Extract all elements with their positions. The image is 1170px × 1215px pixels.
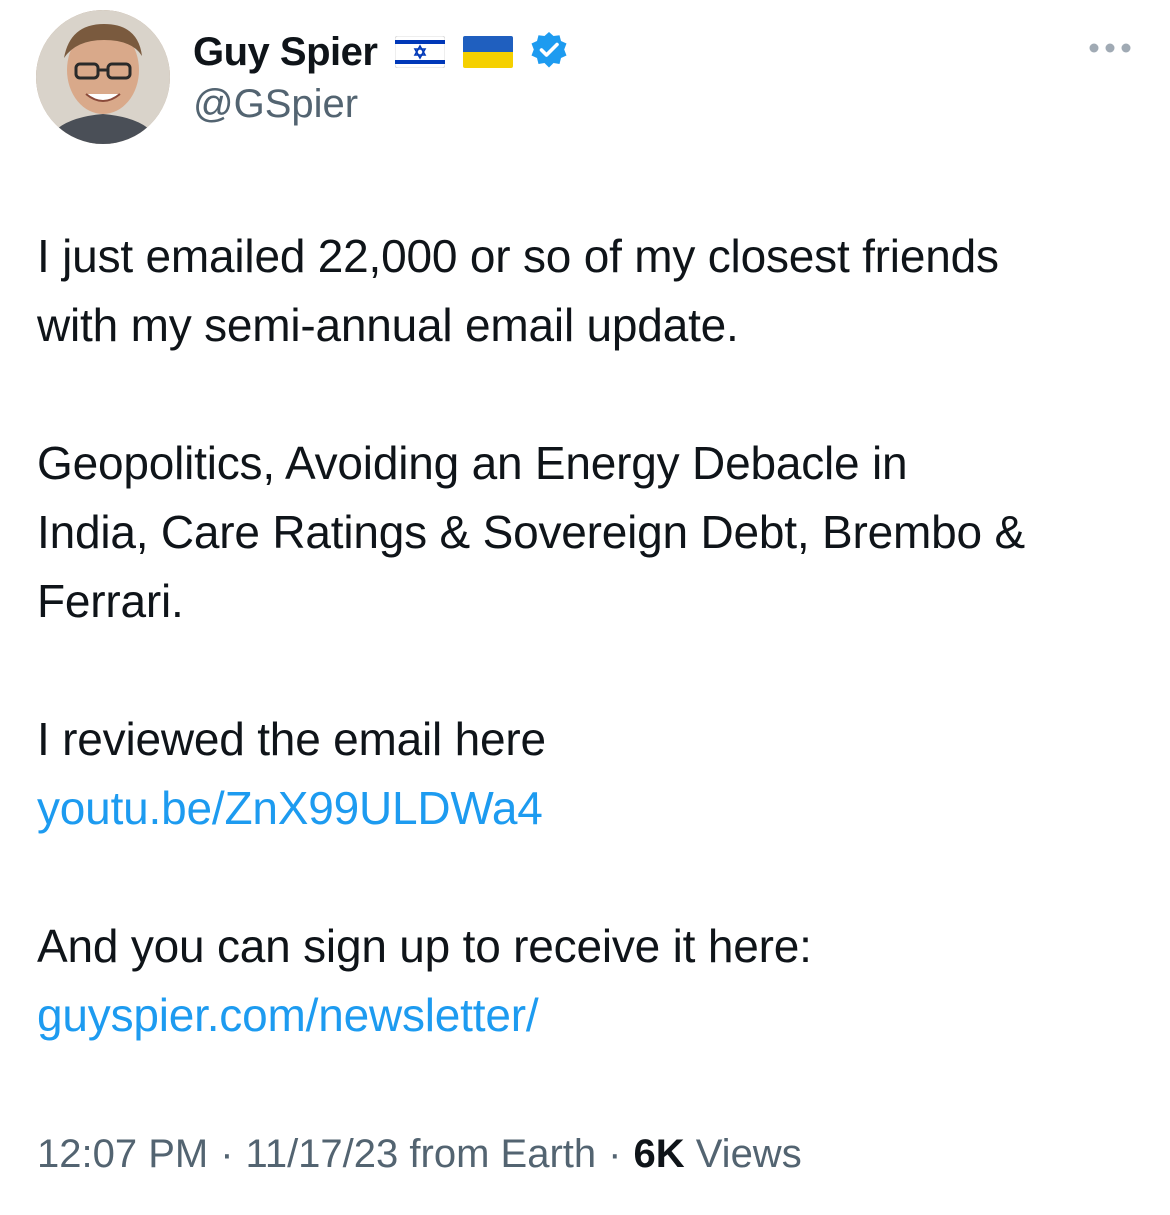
tweet-paragraph: I just emailed 22,000 or so of my closes… bbox=[37, 222, 1147, 360]
views-label: Views bbox=[695, 1132, 802, 1176]
verified-badge-icon[interactable] bbox=[529, 30, 569, 75]
more-options-icon[interactable] bbox=[1088, 40, 1132, 56]
israel-flag-icon bbox=[395, 36, 446, 68]
views-count[interactable]: 6K bbox=[633, 1132, 684, 1176]
tweet-paragraph: Geopolitics, Avoiding an Energy Debacle … bbox=[37, 429, 1147, 636]
tweet-meta: 12:07 PM · 11/17/23 from Earth · 6K Views bbox=[37, 1132, 802, 1177]
tweet-time[interactable]: 12:07 PM bbox=[37, 1132, 208, 1176]
tweet-line: with my semi-annual email update. bbox=[37, 299, 739, 351]
tweet-date[interactable]: 11/17/23 bbox=[246, 1132, 399, 1176]
tweet-paragraph: I reviewed the email here youtu.be/ZnX99… bbox=[37, 705, 1147, 843]
tweet-text: I just emailed 22,000 or so of my closes… bbox=[37, 222, 1147, 1050]
tweet: Guy Spier @GSpier I just emailed 22,000 … bbox=[0, 0, 1170, 1215]
tweet-line: I just emailed 22,000 or so of my closes… bbox=[37, 230, 999, 282]
tweet-line: Ferrari. bbox=[37, 575, 184, 627]
author-display-name[interactable]: Guy Spier bbox=[193, 30, 378, 75]
newsletter-link[interactable]: guyspier.com/newsletter/ bbox=[37, 981, 1147, 1050]
tweet-line: India, Care Ratings & Sovereign Debt, Br… bbox=[37, 506, 1025, 558]
tweet-line: And you can sign up to receive it here: bbox=[37, 920, 812, 972]
author-handle[interactable]: @GSpier bbox=[193, 82, 358, 127]
author-name-row: Guy Spier bbox=[193, 26, 569, 78]
meta-separator: · bbox=[608, 1132, 622, 1176]
tweet-line: I reviewed the email here bbox=[37, 713, 546, 765]
avatar[interactable] bbox=[36, 10, 170, 144]
youtube-link[interactable]: youtu.be/ZnX99ULDWa4 bbox=[37, 774, 1147, 843]
ukraine-flag-icon bbox=[463, 36, 514, 68]
tweet-source: from Earth bbox=[409, 1132, 597, 1176]
tweet-line: Geopolitics, Avoiding an Energy Debacle … bbox=[37, 437, 908, 489]
avatar-image bbox=[36, 10, 170, 144]
meta-separator: · bbox=[220, 1132, 234, 1176]
tweet-paragraph: And you can sign up to receive it here: … bbox=[37, 912, 1147, 1050]
